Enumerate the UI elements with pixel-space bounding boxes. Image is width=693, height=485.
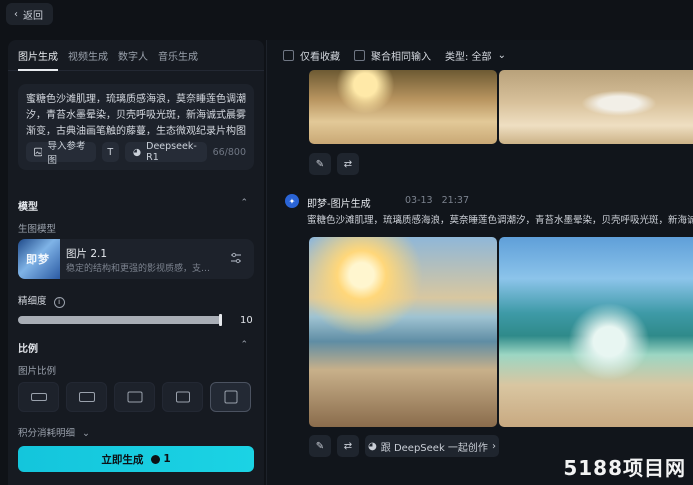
type-filter-dropdown[interactable]: 类型: 全部 ⌄ — [445, 48, 506, 63]
tab-digital-human[interactable]: 数字人 — [118, 48, 148, 69]
chevron-up-icon[interactable]: ⌃ — [240, 198, 248, 208]
refresh-icon: ⇄ — [343, 158, 353, 170]
merge-label: 聚合相同输入 — [371, 52, 431, 63]
generated-image[interactable] — [499, 237, 693, 427]
detail-slider-handle[interactable] — [219, 314, 222, 326]
deepseek-model-chip[interactable]: ◕ Deepseek-R1 — [124, 141, 207, 163]
image-icon — [34, 147, 43, 157]
top-bar: ‹ 返回 — [0, 0, 693, 40]
pencil-icon: ✎ — [315, 158, 325, 170]
chevron-down-icon: ⌄ — [82, 428, 91, 439]
ratio-wide-icon — [30, 393, 47, 401]
site-watermark: 5188项目网 — [563, 456, 686, 480]
detail-label: 精细度 i — [18, 293, 65, 308]
regenerate-button[interactable]: ⇄ — [337, 435, 359, 457]
tab-image-generation[interactable]: 图片生成 — [18, 48, 58, 71]
ratio-options — [18, 382, 254, 412]
deepseek-cocreate-button[interactable]: ◕ 跟 DeepSeek 一起创作 › — [365, 435, 499, 457]
results-panel: 仅看收藏 聚合相同输入 类型: 全部 ⌄ ✎ ⇄ ✦ 即梦-图片生成 03-13… — [266, 40, 693, 485]
settings-sliders-icon[interactable] — [230, 252, 242, 267]
ratio-option[interactable] — [162, 382, 203, 412]
model-card[interactable]: 图片 2.1 稳定的结构和更强的影视质感，支持... — [18, 239, 254, 279]
generated-image[interactable] — [309, 70, 497, 144]
ratio-option-selected[interactable] — [210, 382, 251, 412]
credit-icon — [151, 454, 161, 464]
deepseek-whale-icon: ◕ — [368, 440, 377, 452]
ratio-option[interactable] — [66, 382, 107, 412]
generate-label: 立即生成 — [101, 453, 144, 466]
entry-title: 即梦-图片生成 — [307, 199, 371, 210]
text-format-button[interactable]: T — [101, 142, 119, 162]
deepseek-model-label: Deepseek-R1 — [146, 141, 197, 163]
entry-prompt: 蜜糖色沙滩肌理，琉璃质感海浪，莫奈睡莲色调潮汐，青苔水墨晕染，贝壳呼吸光斑，新海… — [307, 215, 693, 226]
chevron-down-icon: ⌄ — [497, 50, 506, 61]
ratio-landscape-icon — [175, 391, 190, 403]
model-name: 图片 2.1 — [66, 248, 108, 260]
detail-slider[interactable] — [18, 314, 222, 326]
generate-button[interactable]: 立即生成 1 — [18, 446, 254, 472]
import-reference-button[interactable]: 导入参考图 — [26, 141, 96, 166]
detail-slider-fill — [18, 316, 222, 324]
mode-tabs: 图片生成 视频生成 数字人 音乐生成 — [8, 40, 264, 71]
model-thumbnail — [18, 239, 60, 279]
detail-label-text: 精细度 — [18, 296, 47, 307]
generated-image[interactable] — [309, 237, 497, 427]
entry-timestamp: 03-13 21:37 — [405, 195, 469, 206]
merge-filter[interactable]: 聚合相同输入 — [354, 48, 431, 63]
refresh-icon: ⇄ — [343, 440, 353, 452]
checkbox[interactable] — [283, 50, 294, 61]
chevron-right-icon: › — [491, 440, 496, 452]
deepseek-whale-icon: ◕ — [132, 146, 142, 158]
tab-video-generation[interactable]: 视频生成 — [68, 48, 108, 69]
cocreate-label: 跟 DeepSeek 一起创作 — [380, 442, 488, 454]
pencil-icon: ✎ — [315, 440, 325, 452]
ratio-sub-label: 图片比例 — [18, 366, 57, 377]
regenerate-button[interactable]: ⇄ — [337, 153, 359, 175]
info-icon[interactable]: i — [53, 297, 65, 308]
points-detail-label: 积分消耗明细 — [18, 428, 76, 439]
prompt-box[interactable]: 蜜糖色沙滩肌理，琉璃质感海浪，莫奈睡莲色调潮汐，青苔水墨晕染，贝壳呼吸光斑，新海… — [18, 84, 254, 170]
model-description: 稳定的结构和更强的影视质感，支持... — [66, 264, 216, 274]
tab-music-generation[interactable]: 音乐生成 — [158, 48, 198, 69]
detail-value: 10 — [240, 315, 253, 326]
prompt-text[interactable]: 蜜糖色沙滩肌理，琉璃质感海浪，莫奈睡莲色调潮汐，青苔水墨晕染，贝壳呼吸光斑，新海… — [26, 92, 246, 140]
edit-button[interactable]: ✎ — [309, 153, 331, 175]
model-section-title: 模型 — [18, 202, 38, 213]
ratio-option[interactable] — [114, 382, 155, 412]
text-format-icon: T — [107, 146, 114, 158]
chevron-up-icon[interactable]: ⌃ — [240, 340, 248, 350]
generate-cost-value: 1 — [163, 453, 171, 465]
favorites-label: 仅看收藏 — [300, 52, 340, 63]
generated-image[interactable] — [499, 70, 693, 144]
ratio-option[interactable] — [18, 382, 59, 412]
back-arrow-icon: ‹ — [14, 8, 18, 20]
model-sub-label: 生图模型 — [18, 224, 57, 235]
favorites-filter[interactable]: 仅看收藏 — [283, 48, 340, 63]
ratio-landscape-icon — [78, 392, 95, 402]
ratio-landscape-icon — [127, 391, 142, 403]
points-detail[interactable]: 积分消耗明细 ⌄ — [18, 425, 90, 439]
back-label: 返回 — [23, 10, 43, 22]
ratio-section-title: 比例 — [18, 344, 38, 355]
edit-button[interactable]: ✎ — [309, 435, 331, 457]
checkbox[interactable] — [354, 50, 365, 61]
import-reference-label: 导入参考图 — [47, 141, 86, 166]
generate-cost: 1 — [151, 453, 171, 465]
entry-date: 03-13 — [405, 195, 433, 206]
ratio-square-icon — [224, 390, 237, 404]
back-button[interactable]: ‹ 返回 — [6, 3, 53, 25]
type-filter-label: 类型: 全部 — [445, 52, 492, 63]
prompt-tools: 导入参考图 T ◕ Deepseek-R1 66/800 — [26, 141, 246, 166]
char-counter: 66/800 — [212, 146, 246, 158]
left-panel: 图片生成 视频生成 数字人 音乐生成 蜜糖色沙滩肌理，琉璃质感海浪，莫奈睡莲色调… — [8, 40, 264, 485]
filter-bar: 仅看收藏 聚合相同输入 类型: 全部 ⌄ — [283, 48, 506, 63]
entry-time: 21:37 — [441, 195, 470, 206]
jimeng-avatar-icon: ✦ — [285, 194, 299, 208]
